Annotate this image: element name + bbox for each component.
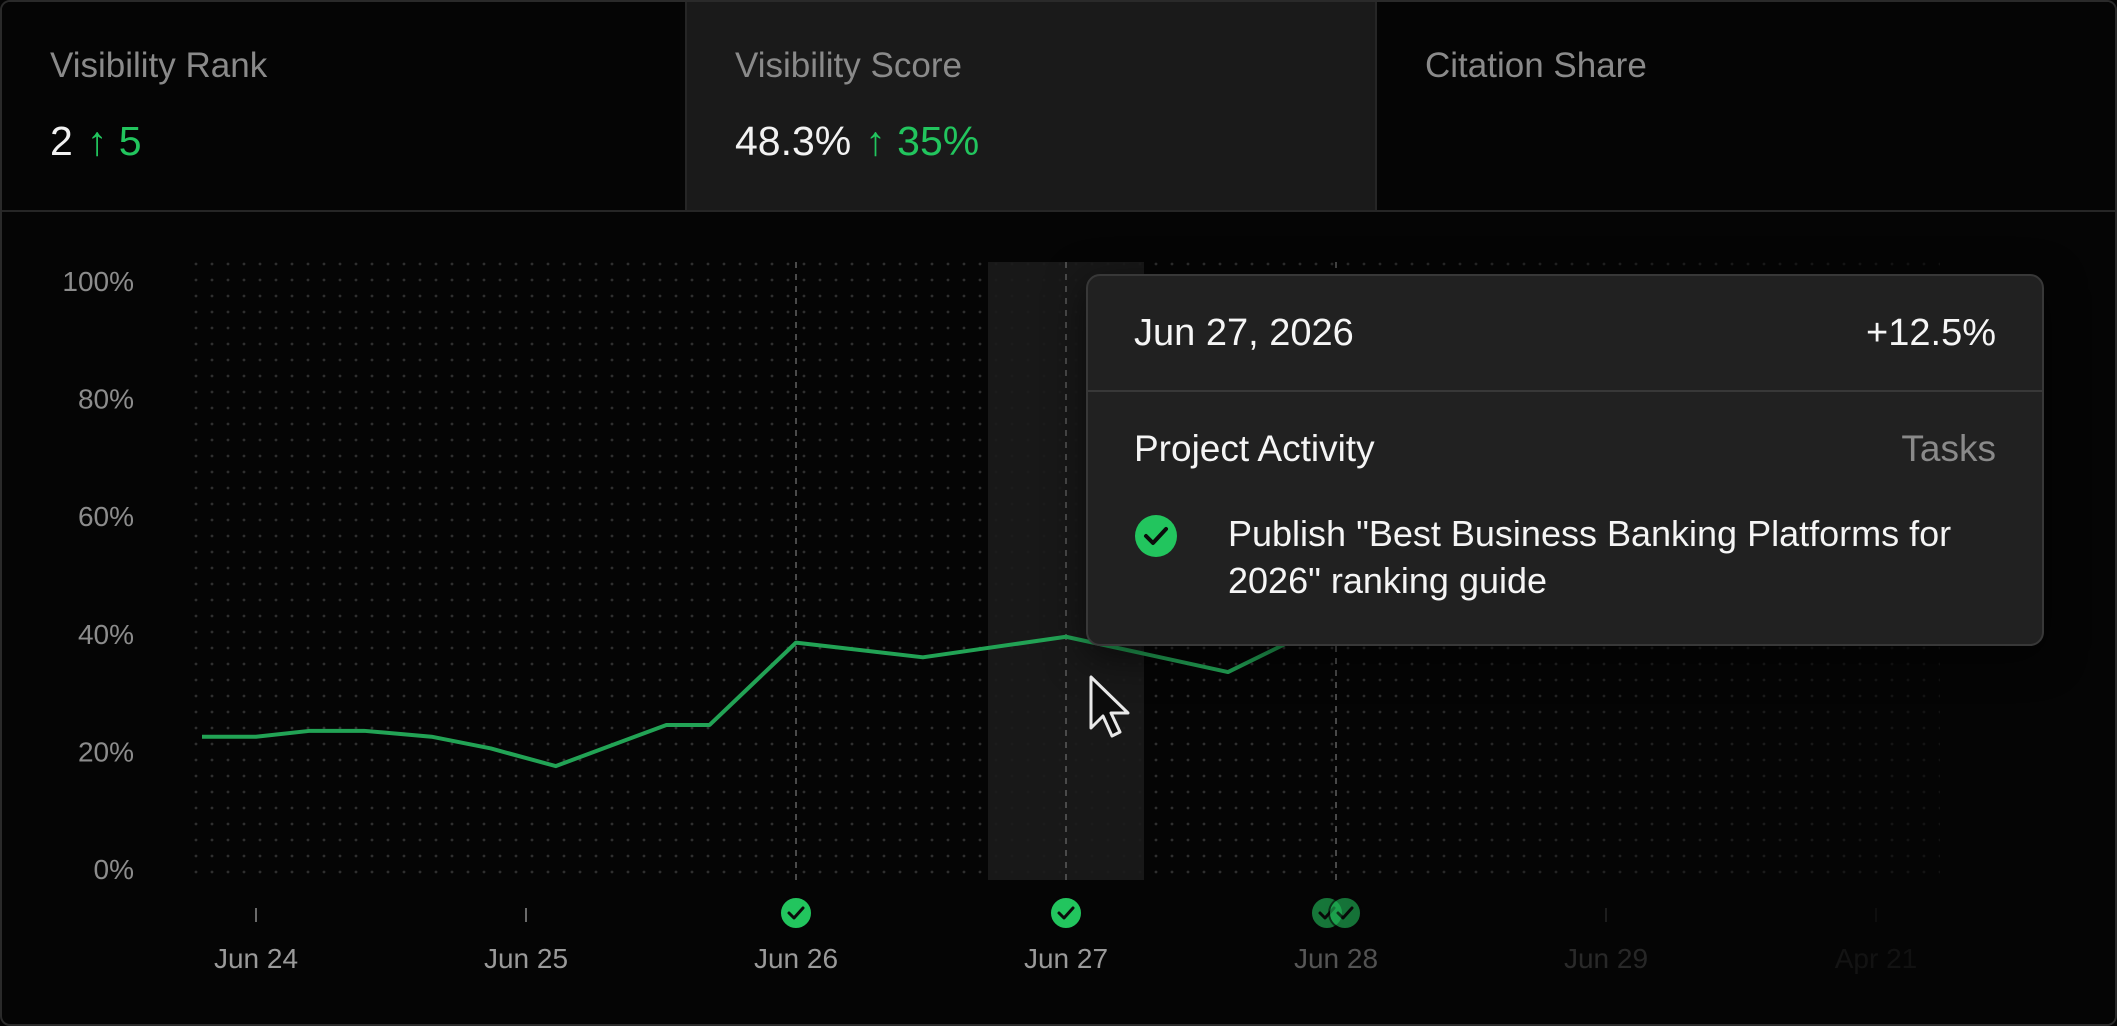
tooltip-date: Jun 27, 2026: [1134, 312, 1354, 354]
task-check-icon: [1049, 896, 1083, 930]
x-tick-label: Jun 26: [754, 943, 838, 974]
metric-card-visibility-rank[interactable]: Visibility Rank 2 ↑ 5: [2, 2, 687, 212]
tooltip-section-title: Project Activity: [1134, 428, 1375, 469]
y-tick-label: 0%: [94, 854, 134, 885]
y-tick-label: 60%: [78, 501, 134, 532]
check-circle-icon: [1135, 515, 1177, 557]
metric-value: 2: [50, 118, 73, 164]
metric-label: Visibility Score: [735, 46, 962, 85]
chart-tooltip: Jun 27, 2026 +12.5% Project Activity Tas…: [1086, 274, 2044, 646]
metric-card-visibility-score[interactable]: Visibility Score 48.3% ↑ 35%: [687, 2, 1377, 212]
metric-value: 48.3%: [735, 118, 852, 164]
x-tick-label: Jun 24: [214, 943, 298, 974]
tooltip-change: +12.5%: [1866, 312, 1996, 354]
task-check-icon: [779, 896, 813, 930]
metric-values: [1425, 118, 1439, 165]
metric-values: 48.3% ↑ 35%: [735, 118, 979, 165]
y-tick-label: 100%: [62, 266, 134, 297]
task-check-circle: [1049, 896, 1083, 930]
y-tick-label: 20%: [78, 736, 134, 767]
metric-card-citation-share[interactable]: Citation Share: [1377, 2, 2115, 212]
x-tick-label: Jun 27: [1024, 943, 1108, 974]
x-tick-label: Jun 25: [484, 943, 568, 974]
metric-label: Citation Share: [1425, 46, 1647, 85]
tooltip-task-text[interactable]: Publish "Best Business Banking Platforms…: [1228, 510, 2008, 604]
metrics-row: Visibility Rank 2 ↑ 5 Visibility Score 48…: [2, 2, 2115, 212]
chart-area[interactable]: 100% 80% 60% 40% 20% 0% Jun 24 Jun 25 Jun 26 Jun…: [2, 214, 2115, 1024]
task-check-circle: [779, 896, 813, 930]
y-tick-label: 40%: [78, 619, 134, 650]
tooltip-header: Jun 27, 2026 +12.5%: [1088, 276, 2042, 392]
y-tick-label: 80%: [78, 384, 134, 415]
dashboard-frame: Visibility Rank 2 ↑ 5 Visibility Score 48…: [0, 0, 2117, 1026]
metric-label: Visibility Rank: [50, 46, 268, 85]
tooltip-section-tasks-label: Tasks: [1901, 428, 1996, 469]
metric-delta: ↑ 35%: [865, 118, 980, 164]
metric-values: 2 ↑ 5: [50, 118, 142, 165]
metric-delta: ↑ 5: [86, 118, 142, 164]
mouse-cursor-icon: [1089, 675, 1130, 738]
